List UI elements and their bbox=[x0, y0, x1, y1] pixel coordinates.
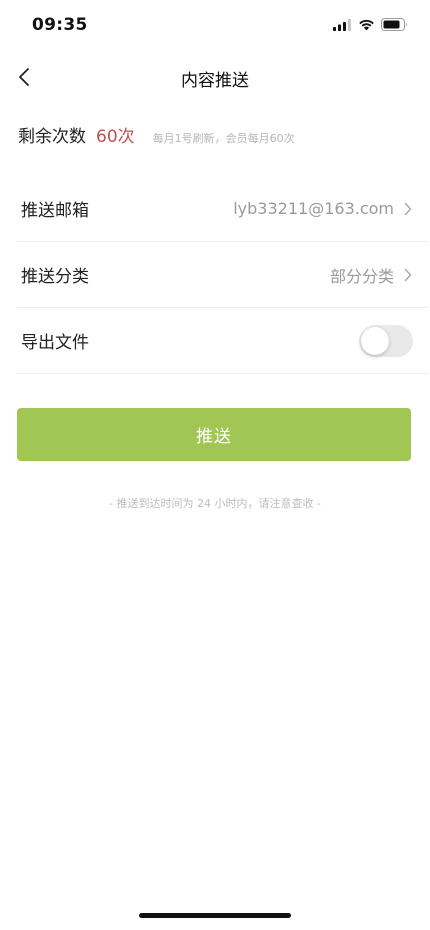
status-time: 09:35 bbox=[32, 15, 88, 35]
toggle-knob bbox=[361, 326, 389, 355]
battery-icon bbox=[381, 18, 407, 31]
category-label: 推送分类 bbox=[21, 267, 89, 287]
quota-hint: 每月1号刷新，会员每月60次 bbox=[152, 132, 295, 145]
chevron-right-icon bbox=[404, 268, 412, 282]
status-bar: 09:35 bbox=[0, 0, 430, 50]
page-title: 内容推送 bbox=[181, 71, 249, 91]
export-file-row: 导出文件 bbox=[17, 308, 428, 374]
category-right: 部分分类 bbox=[330, 263, 412, 287]
category-row[interactable]: 推送分类 部分分类 bbox=[17, 242, 428, 308]
quota-value: 60次 bbox=[96, 127, 135, 147]
chevron-right-icon bbox=[404, 202, 412, 216]
settings-list: 推送邮箱 lyb33211@163.com 推送分类 部分分类 导出文件 bbox=[17, 176, 428, 374]
category-value: 部分分类 bbox=[329, 266, 394, 286]
home-indicator bbox=[139, 913, 291, 918]
push-button[interactable]: 推送 bbox=[17, 408, 411, 461]
export-file-toggle[interactable] bbox=[359, 324, 413, 357]
quota-row: 剩余次数 60次 每月1号刷新，会员每月60次 bbox=[18, 122, 295, 147]
nav-bar: 内容推送 bbox=[0, 55, 430, 99]
wifi-icon bbox=[359, 19, 374, 30]
status-icons bbox=[333, 18, 408, 31]
email-right: lyb33211@163.com bbox=[233, 199, 412, 218]
email-label: 推送邮箱 bbox=[21, 201, 89, 221]
cellular-signal-icon bbox=[333, 18, 351, 31]
email-row[interactable]: 推送邮箱 lyb33211@163.com bbox=[17, 176, 428, 242]
push-note: - 推送到达时间为 24 小时内，请注意查收 - bbox=[109, 497, 321, 510]
quota-label: 剩余次数 bbox=[18, 127, 86, 147]
email-value: lyb33211@163.com bbox=[233, 199, 394, 218]
export-file-label: 导出文件 bbox=[21, 333, 89, 353]
